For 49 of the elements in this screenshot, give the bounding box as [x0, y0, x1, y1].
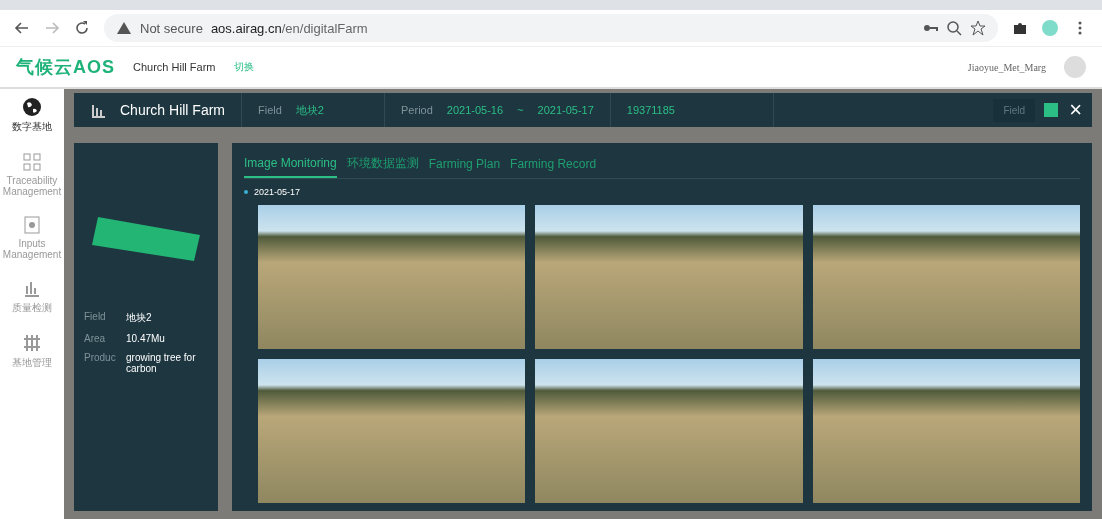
close-button[interactable]: × — [1059, 97, 1092, 123]
photo-placeholder[interactable] — [535, 359, 803, 503]
logo[interactable]: 气候云AOS — [16, 55, 115, 79]
tab[interactable]: Image Monitoring — [244, 151, 337, 178]
tab[interactable]: Farming Plan — [428, 151, 501, 178]
farm-title: Church Hill Farm — [120, 102, 225, 118]
timeline-dot — [244, 190, 248, 194]
user-name: Jiaoyue_Met_Marg — [967, 61, 1046, 73]
address-bar[interactable]: Not secure aos.airag.cn/en/digitalFarm — [104, 14, 998, 42]
warning-icon — [116, 20, 132, 36]
code-value: 19371185 — [626, 104, 675, 116]
sidebar-item[interactable]: 数字基地 — [1, 97, 63, 134]
fence-icon — [22, 333, 42, 353]
farm-name: Church Hill Farm — [133, 61, 216, 73]
sidebar-item[interactable]: 质量检测 — [1, 278, 63, 315]
period-separator: ~ — [517, 104, 524, 116]
info-value: 地块2 — [126, 311, 152, 325]
date-label: 2021-05-17 — [254, 187, 301, 197]
info-value: growing tree for carbon — [126, 352, 197, 374]
period-label: Period — [401, 104, 433, 116]
period-end[interactable]: 2021-05-17 — [537, 104, 594, 116]
field-label: Field — [258, 104, 282, 116]
back-icon[interactable] — [14, 20, 30, 36]
zoom-icon[interactable] — [946, 20, 962, 36]
period-start[interactable]: 2021-05-16 — [446, 104, 504, 116]
info-label: Produc — [84, 352, 117, 365]
url-text: aos.airag.cn/en/digitalFarm — [210, 20, 368, 36]
field-value[interactable]: 地块2 — [295, 102, 324, 118]
sidebar-item[interactable]: Inputs Management — [1, 215, 63, 260]
photo-placeholder[interactable] — [812, 359, 1080, 503]
globe-icon — [22, 97, 42, 117]
switch-link[interactable]: 切换 — [233, 60, 254, 74]
document-icon — [22, 215, 42, 235]
info-value: 10.47Mu — [126, 333, 165, 344]
photo-placeholder[interactable] — [812, 205, 1080, 349]
tab[interactable]: Farming Record — [510, 151, 597, 178]
photo-placeholder[interactable] — [535, 205, 803, 349]
sidebar-item[interactable]: Traceability Management — [1, 152, 63, 197]
info-label: Field — [84, 311, 107, 324]
chart-icon — [90, 102, 106, 118]
photo-placeholder[interactable] — [258, 359, 526, 503]
reload-icon[interactable] — [74, 20, 90, 36]
sidebar-item[interactable]: 基地管理 — [1, 333, 63, 370]
star-icon[interactable] — [970, 20, 986, 36]
security-label: Not secure — [140, 20, 203, 36]
tab[interactable]: 环境数据监测 — [346, 151, 419, 178]
photo-placeholder[interactable] — [258, 205, 526, 349]
field-button[interactable]: Field — [993, 98, 1036, 122]
info-label: Area — [84, 333, 107, 344]
